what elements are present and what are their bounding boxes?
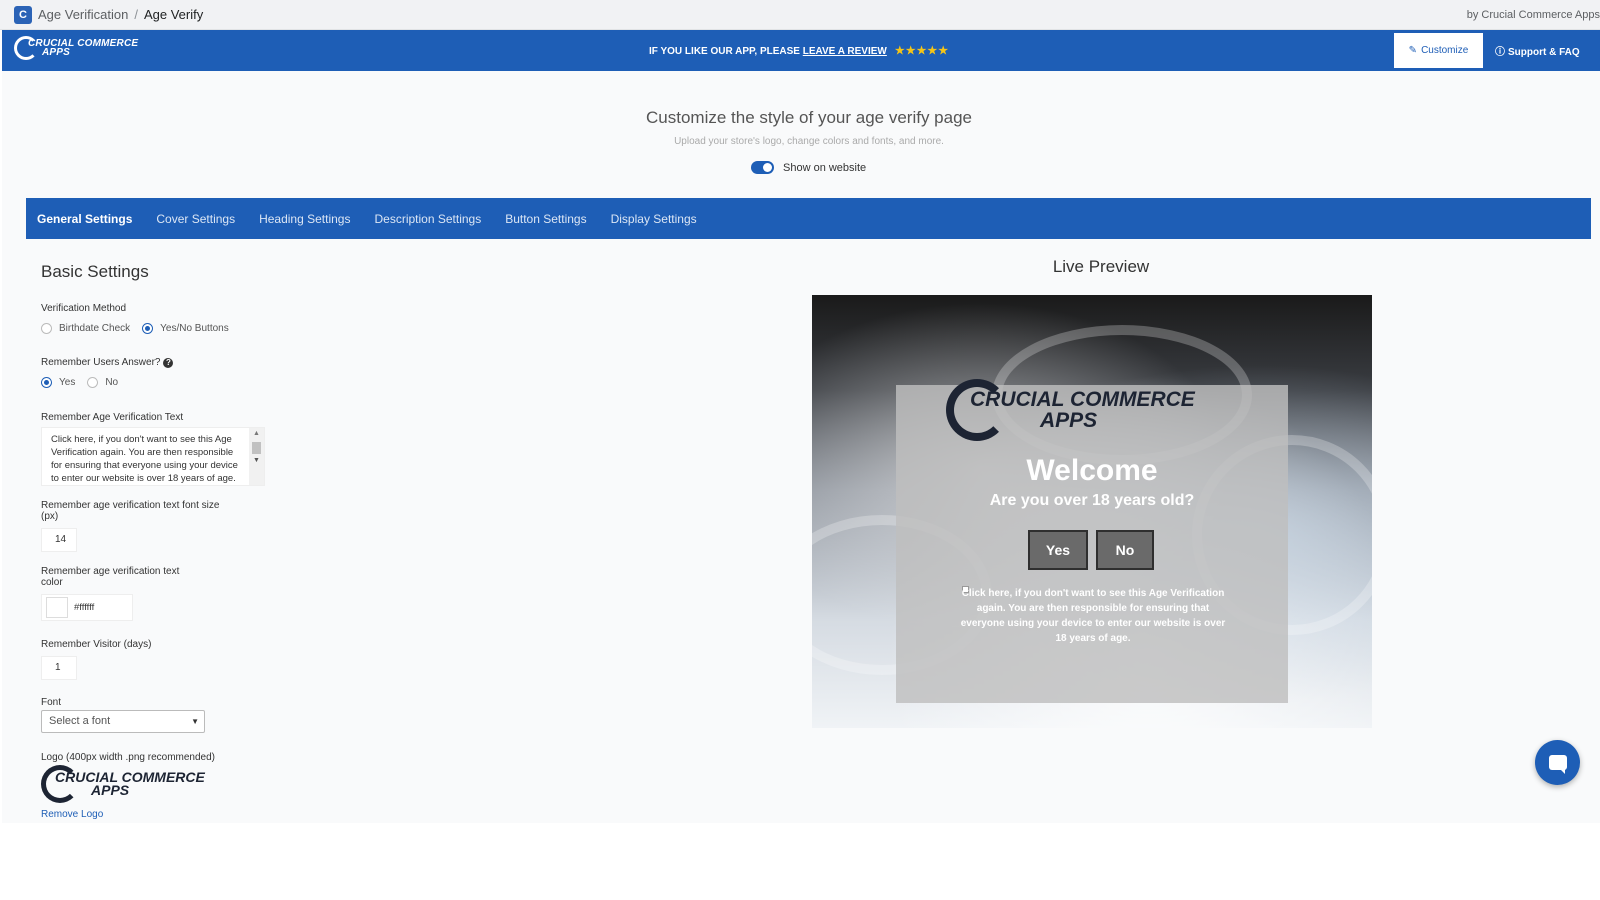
font-size-label: Remember age verification text font size… — [41, 500, 220, 522]
tab-general-settings[interactable]: General Settings — [37, 212, 132, 226]
remember-answer-label: Remember Users Answer?? — [41, 357, 174, 368]
live-preview-title: Live Preview — [1052, 257, 1150, 276]
breadcrumb-parent-link[interactable]: Age Verification — [38, 7, 128, 22]
color-swatch[interactable] — [46, 597, 68, 618]
popup-logo: CRUCIAL COMMERCE APPS — [946, 379, 1195, 441]
font-select-value: Select a font — [49, 715, 111, 727]
tab-display-settings[interactable]: Display Settings — [611, 212, 697, 226]
font-size-input[interactable]: 14 — [41, 528, 77, 552]
page-title: Customize the style of your age verify p… — [646, 108, 972, 127]
font-select[interactable]: Select a font ▼ — [41, 710, 205, 733]
show-on-website-row: Show on website — [751, 161, 866, 174]
remember-answer-radio-group: Yes No — [41, 377, 130, 388]
radio-yes-no-buttons-label: Yes/No Buttons — [160, 323, 229, 334]
radio-birthdate-check[interactable] — [41, 323, 52, 334]
remove-logo-link[interactable]: Remove Logo — [41, 809, 103, 820]
breadcrumb-separator: / — [134, 7, 138, 22]
edit-icon: ✎ — [1408, 45, 1418, 56]
logo-label: Logo (400px width .png recommended) — [41, 752, 215, 763]
chevron-down-icon: ▼ — [191, 717, 199, 726]
chat-button[interactable] — [1535, 740, 1580, 785]
leave-review-link[interactable]: LEAVE A REVIEW — [803, 46, 887, 57]
breadcrumb-bar: C Age Verification / Age Verify by Cruci… — [0, 0, 1600, 30]
remember-answer-label-text: Remember Users Answer? — [41, 357, 161, 368]
page-subtitle: Upload your store's logo, change colors … — [674, 136, 944, 147]
breadcrumb-current: Age Verify — [143, 7, 204, 22]
radio-remember-no[interactable] — [87, 377, 99, 388]
popup-remember-text: Click here, if you don't want to see thi… — [960, 588, 1226, 644]
help-circle-icon: ⓘ — [1495, 47, 1505, 58]
popup-yes-button[interactable]: Yes — [1028, 530, 1088, 570]
remember-text-textarea[interactable] — [41, 427, 265, 486]
popup-logo-line1: CRUCIAL COMMERCE — [970, 388, 1195, 411]
app-byline: by Crucial Commerce Apps — [1466, 9, 1600, 21]
logo-preview: CRUCIAL COMMERCE APPS — [41, 765, 205, 803]
age-verify-popup: CRUCIAL COMMERCE APPS Welcome Are you ov… — [896, 379, 1288, 703]
scroll-down-icon[interactable]: ▼ — [253, 457, 260, 464]
text-color-value: #ffffff — [74, 602, 95, 613]
font-label: Font — [41, 697, 62, 708]
remember-text-label: Remember Age Verification Text — [41, 412, 184, 423]
verification-method-radio-group: Birthdate Check Yes/No Buttons — [41, 323, 241, 334]
support-label: Support & FAQ — [1508, 47, 1580, 58]
scroll-thumb[interactable] — [252, 442, 261, 454]
popup-question: Are you over 18 years old? — [989, 492, 1195, 509]
radio-birthdate-check-label: Birthdate Check — [59, 323, 131, 334]
tab-description-settings[interactable]: Description Settings — [374, 212, 481, 226]
question-icon[interactable]: ? — [163, 358, 174, 368]
text-color-picker[interactable]: #ffffff — [41, 594, 133, 621]
tab-cover-settings[interactable]: Cover Settings — [156, 212, 235, 226]
app-icon: C — [14, 5, 32, 24]
popup-no-button[interactable]: No — [1096, 530, 1154, 570]
star-rating-icon: ★★★★★ — [894, 45, 950, 57]
text-color-label: Remember age verification text color — [41, 566, 180, 588]
logo-line2: APPS — [91, 782, 130, 798]
popup-logo-line2: APPS — [1040, 409, 1098, 432]
review-prefix: IF YOU LIKE OUR APP, PLEASE — [649, 46, 803, 57]
radio-yes-no-buttons[interactable] — [142, 323, 154, 334]
customize-label: Customize — [1421, 45, 1469, 56]
verification-method-label: Verification Method — [41, 303, 127, 314]
textarea-scrollbar[interactable]: ▲ ▼ — [249, 428, 264, 485]
tab-button-settings[interactable]: Button Settings — [505, 212, 586, 226]
support-faq-button[interactable]: ⓘ Support & FAQ — [1495, 43, 1580, 58]
radio-remember-yes-label: Yes — [59, 377, 76, 388]
brand-logo: CRUCIAL COMMERCE APPS — [14, 36, 138, 60]
radio-remember-no-label: No — [105, 377, 119, 388]
live-preview-frame: CRUCIAL COMMERCE APPS Welcome Are you ov… — [812, 295, 1372, 728]
chat-icon — [1548, 755, 1567, 774]
app-header: CRUCIAL COMMERCE APPS IF YOU LIKE OUR AP… — [2, 30, 1600, 71]
remember-days-input[interactable]: 1 — [41, 656, 77, 680]
logo-line1: CRUCIAL COMMERCE — [55, 769, 205, 785]
settings-tabs: General Settings Cover Settings Heading … — [26, 198, 1591, 239]
tab-heading-settings[interactable]: Heading Settings — [259, 212, 350, 226]
radio-remember-yes[interactable] — [41, 377, 52, 388]
review-banner: IF YOU LIKE OUR APP, PLEASE LEAVE A REVI… — [649, 44, 949, 57]
scroll-up-icon[interactable]: ▲ — [253, 430, 260, 437]
show-on-website-toggle[interactable] — [751, 161, 774, 174]
customize-button[interactable]: ✎ Customize — [1394, 33, 1483, 68]
section-title: Basic Settings — [41, 262, 149, 281]
brand-name-line2: APPS — [42, 47, 71, 58]
remember-days-label: Remember Visitor (days) — [41, 639, 152, 650]
show-on-website-label: Show on website — [783, 161, 867, 174]
popup-heading: Welcome — [1026, 454, 1158, 487]
